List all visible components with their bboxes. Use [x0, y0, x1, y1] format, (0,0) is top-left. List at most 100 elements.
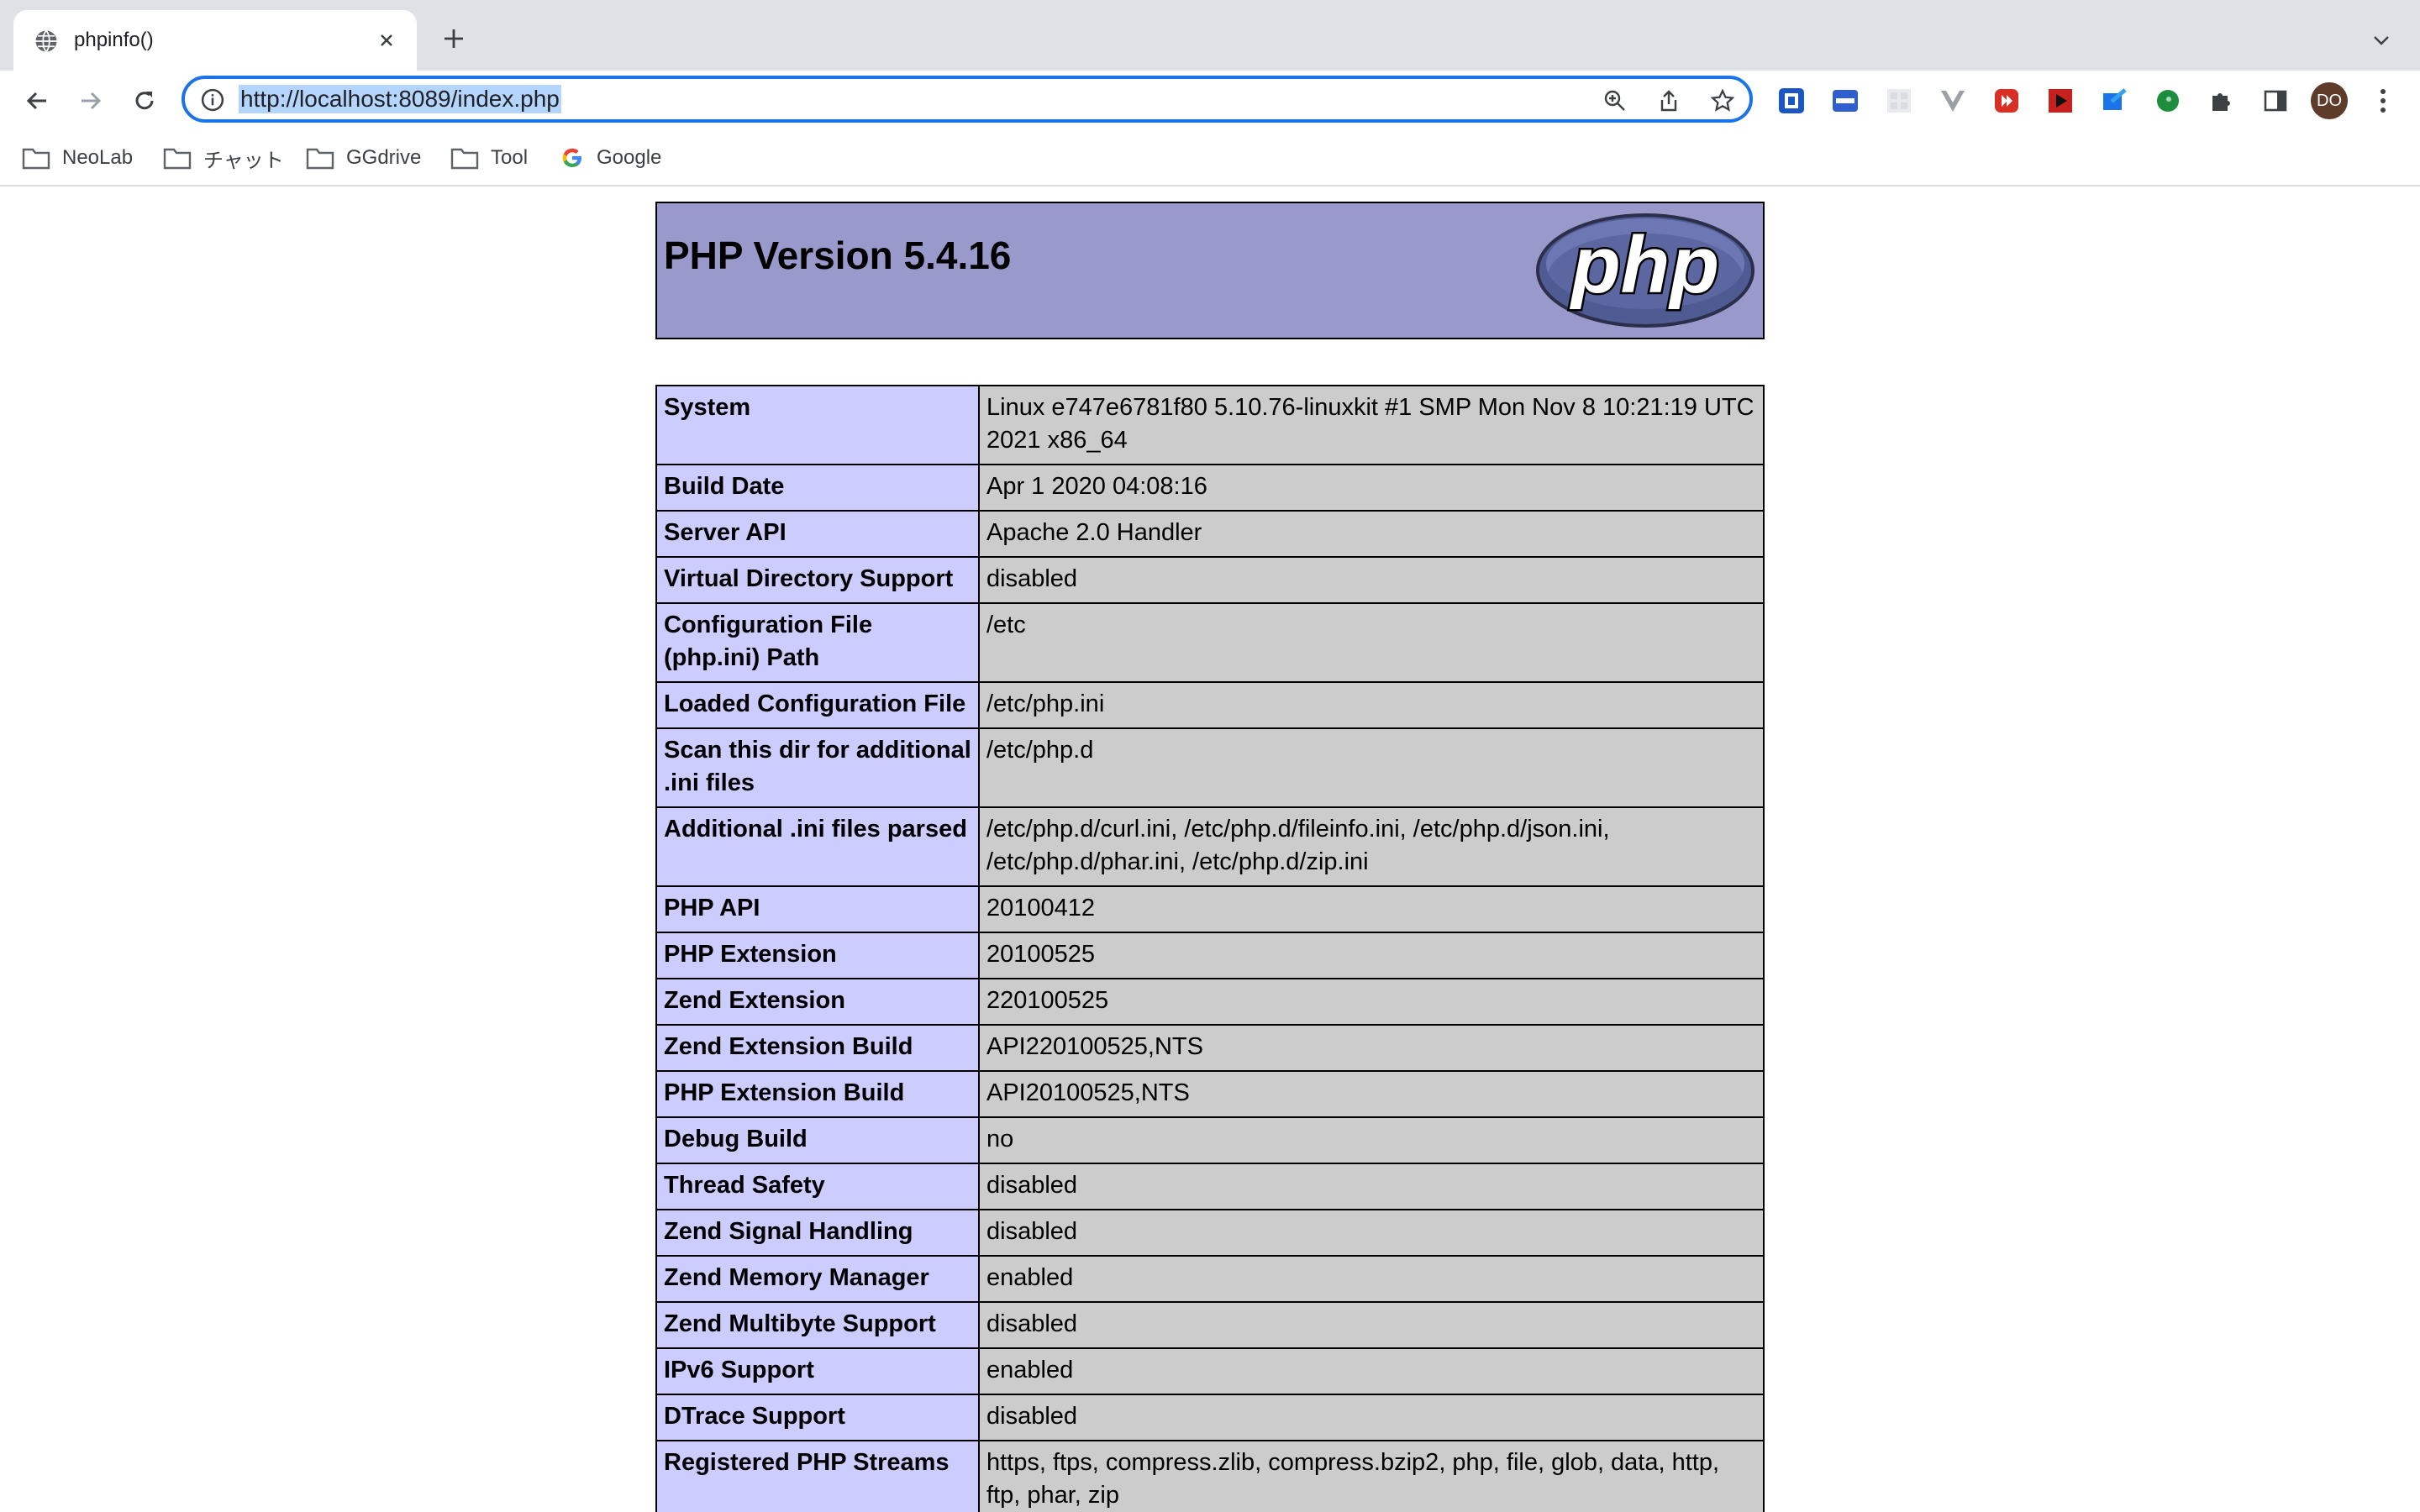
table-row: Zend Signal Handling disabled: [655, 1209, 1765, 1257]
table-row: IPv6 Support enabled: [655, 1347, 1765, 1395]
row-key: Server API: [655, 510, 980, 558]
folder-icon: [163, 148, 192, 170]
row-key: Scan this dir for additional .ini files: [655, 727, 980, 808]
extension-grid-icon[interactable]: [1884, 86, 1914, 116]
folder-icon: [306, 148, 334, 170]
row-key: Registered PHP Streams: [655, 1440, 980, 1512]
row-key: Configuration File (php.ini) Path: [655, 602, 980, 683]
table-row: Thread Safety disabled: [655, 1163, 1765, 1210]
table-row: PHP Extension Build API20100525,NTS: [655, 1070, 1765, 1118]
table-row: PHP API 20100412: [655, 885, 1765, 933]
row-value: no: [978, 1116, 1765, 1164]
row-key: Additional .ini files parsed: [655, 806, 980, 887]
row-value: https, ftps, compress.zlib, compress.bzi…: [978, 1440, 1765, 1512]
row-key: Zend Extension Build: [655, 1024, 980, 1072]
table-row: Configuration File (php.ini) Path/etc: [655, 602, 1765, 683]
row-value: 20100525: [978, 932, 1765, 979]
google-icon: [562, 148, 581, 167]
back-arrow-icon[interactable]: [18, 82, 55, 119]
row-key: Zend Signal Handling: [655, 1209, 980, 1257]
tab-search-chevron-icon[interactable]: [2366, 25, 2396, 55]
zoom-icon[interactable]: [1602, 87, 1628, 114]
bookmark-label: チャット: [203, 149, 284, 172]
row-key: Zend Multibyte Support: [655, 1301, 980, 1349]
menu-kebab-icon[interactable]: [2368, 86, 2398, 116]
table-row: System Linux e747e6781f80 5.10.76-linuxki…: [655, 385, 1765, 465]
row-value: 220100525: [978, 978, 1765, 1026]
table-row: Virtual Directory Support disabled: [655, 556, 1765, 604]
row-value: API20100525,NTS: [978, 1070, 1765, 1118]
table-row: Zend Extension 220100525: [655, 978, 1765, 1026]
row-key: DTrace Support: [655, 1394, 980, 1441]
extension-screenshot-icon[interactable]: [2099, 86, 2129, 116]
reload-icon[interactable]: [126, 82, 163, 119]
extension-youtube-icon[interactable]: [2045, 86, 2075, 116]
site-info-icon[interactable]: [200, 87, 225, 113]
row-key: Loaded Configuration File: [655, 681, 980, 729]
table-row: Zend Memory Manager enabled: [655, 1255, 1765, 1303]
table-row: Debug Build no: [655, 1116, 1765, 1164]
row-value: disabled: [978, 1301, 1765, 1349]
row-value: enabled: [978, 1255, 1765, 1303]
table-row: DTrace Support disabled: [655, 1394, 1765, 1441]
row-key: Thread Safety: [655, 1163, 980, 1210]
forward-arrow-icon[interactable]: [72, 82, 109, 119]
row-value: disabled: [978, 1209, 1765, 1257]
table-row: Registered PHP Streams https, ftps, compr…: [655, 1440, 1765, 1512]
bookmark-google[interactable]: Google: [560, 141, 661, 175]
row-value: disabled: [978, 556, 1765, 604]
row-key: Build Date: [655, 464, 980, 512]
row-key: System: [655, 385, 980, 465]
profile-avatar[interactable]: DO: [2311, 82, 2348, 119]
address-bar[interactable]: http://localhost:8089/index.php: [182, 76, 1753, 123]
bookmarks-bar: NeoLab チャット GGdrive Tool Google: [0, 131, 2420, 186]
tab-title: phpinfo(): [74, 29, 154, 51]
row-key: PHP Extension Build: [655, 1070, 980, 1118]
extension-meet-icon[interactable]: [1830, 86, 1860, 116]
tab-phpinfo[interactable]: phpinfo(): [13, 10, 417, 71]
folder-icon: [450, 148, 479, 170]
new-tab-plus-icon[interactable]: [437, 22, 471, 55]
row-value: /etc/php.d/curl.ini, /etc/php.d/fileinfo…: [978, 806, 1765, 887]
php-logo-text: php: [1569, 220, 1719, 310]
extension-bitwarden-icon[interactable]: [1776, 86, 1807, 116]
table-row: Zend Multibyte Support disabled: [655, 1301, 1765, 1349]
row-value: /etc/php.ini: [978, 681, 1765, 729]
table-row: Scan this dir for additional .ini files /…: [655, 727, 1765, 808]
tab-strip: phpinfo(): [0, 0, 2420, 71]
bookmark-folder-ggdrive[interactable]: GGdrive: [306, 141, 421, 175]
bookmark-folder-tool[interactable]: Tool: [450, 141, 528, 175]
bookmark-label: Google: [597, 146, 662, 169]
extension-red-icon[interactable]: [1991, 86, 2022, 116]
row-value: enabled: [978, 1347, 1765, 1395]
browser-toolbar: http://localhost:8089/index.php DO: [0, 71, 2420, 131]
globe-icon: [35, 29, 57, 53]
bookmark-label: GGdrive: [346, 146, 422, 169]
extensions-puzzle-icon[interactable]: [2207, 86, 2237, 116]
bookmark-folder-chat[interactable]: チャット: [163, 141, 284, 175]
phpinfo-table: System Linux e747e6781f80 5.10.76-linuxki…: [655, 385, 1765, 1512]
bookmark-label: NeoLab: [62, 146, 134, 169]
table-row: Build Date Apr 1 2020 04:08:16: [655, 464, 1765, 512]
row-value: API220100525,NTS: [978, 1024, 1765, 1072]
row-key: PHP API: [655, 885, 980, 933]
page-viewport: PHP Version 5.4.16 php System Linux e747e…: [0, 186, 2420, 1512]
bookmark-folder-neolab[interactable]: NeoLab: [22, 141, 133, 175]
row-key: Zend Extension: [655, 978, 980, 1026]
url-text[interactable]: http://localhost:8089/index.php: [239, 85, 561, 113]
row-value: Apache 2.0 Handler: [978, 510, 1765, 558]
row-value: Apr 1 2020 04:08:16: [978, 464, 1765, 512]
row-value: 20100412: [978, 885, 1765, 933]
table-row: Zend Extension Build API220100525,NTS: [655, 1024, 1765, 1072]
extension-green-icon[interactable]: [2153, 86, 2183, 116]
extension-vue-icon[interactable]: [1938, 86, 1968, 116]
folder-icon: [22, 148, 50, 170]
table-row: Additional .ini files parsed/etc/php.d/c…: [655, 806, 1765, 887]
row-value: Linux e747e6781f80 5.10.76-linuxkit #1 S…: [978, 385, 1765, 465]
row-key: Debug Build: [655, 1116, 980, 1164]
php-logo-icon[interactable]: php: [1534, 212, 1756, 329]
close-tab-icon[interactable]: [371, 25, 402, 55]
bookmark-star-icon[interactable]: [1709, 87, 1736, 114]
share-icon[interactable]: [1655, 87, 1682, 114]
side-panel-icon[interactable]: [2260, 86, 2291, 116]
